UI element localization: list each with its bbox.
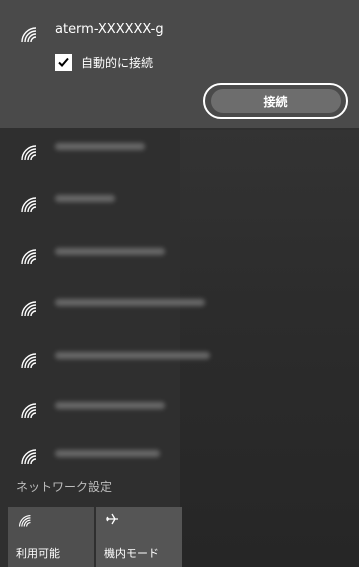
network-settings-link[interactable]: ネットワーク設定 [16, 478, 112, 495]
wifi-icon [20, 248, 38, 266]
checkmark-icon [58, 57, 69, 67]
wifi-icon [20, 402, 38, 420]
network-name-blurred [55, 402, 165, 409]
network-name-blurred [55, 248, 165, 255]
wifi-icon [20, 144, 38, 162]
auto-connect-option[interactable]: 自動的に接続 [55, 53, 153, 71]
network-list-item[interactable] [0, 232, 359, 284]
network-ssid: aterm-XXXXXX-g [55, 22, 164, 37]
network-name-blurred [55, 143, 145, 150]
network-list-item[interactable] [0, 336, 359, 388]
connect-button-highlight: 接続 [203, 83, 348, 119]
wifi-icon [18, 513, 32, 532]
network-list-item[interactable] [0, 128, 359, 180]
selected-network[interactable]: aterm-XXXXXX-g 自動的に接続 接続 [0, 0, 359, 128]
network-name-blurred [55, 299, 205, 306]
tile-wifi[interactable]: 利用可能 [8, 507, 94, 567]
network-name-blurred [55, 352, 210, 359]
auto-connect-checkbox[interactable] [55, 53, 72, 71]
network-list-item[interactable] [0, 180, 359, 232]
tile-airplane-label: 機内モード [104, 547, 159, 560]
airplane-icon [104, 511, 120, 531]
network-name-blurred [55, 195, 115, 202]
tile-wifi-label: 利用可能 [16, 547, 60, 560]
auto-connect-label: 自動的に接続 [81, 55, 154, 70]
wifi-icon [20, 196, 38, 214]
connect-button[interactable]: 接続 [210, 89, 341, 113]
tile-airplane-mode[interactable]: 機内モード [96, 507, 182, 567]
network-list-item[interactable] [0, 436, 359, 472]
wifi-icon [20, 352, 38, 370]
network-flyout: aterm-XXXXXX-g 自動的に接続 接続 ネットワーク設定 利用可能 機… [0, 0, 359, 567]
network-name-blurred [55, 450, 160, 457]
wifi-icon [20, 300, 38, 318]
network-list-item[interactable] [0, 388, 359, 440]
wifi-icon [20, 26, 38, 44]
wifi-icon [20, 448, 38, 466]
network-list-item[interactable] [0, 284, 359, 336]
